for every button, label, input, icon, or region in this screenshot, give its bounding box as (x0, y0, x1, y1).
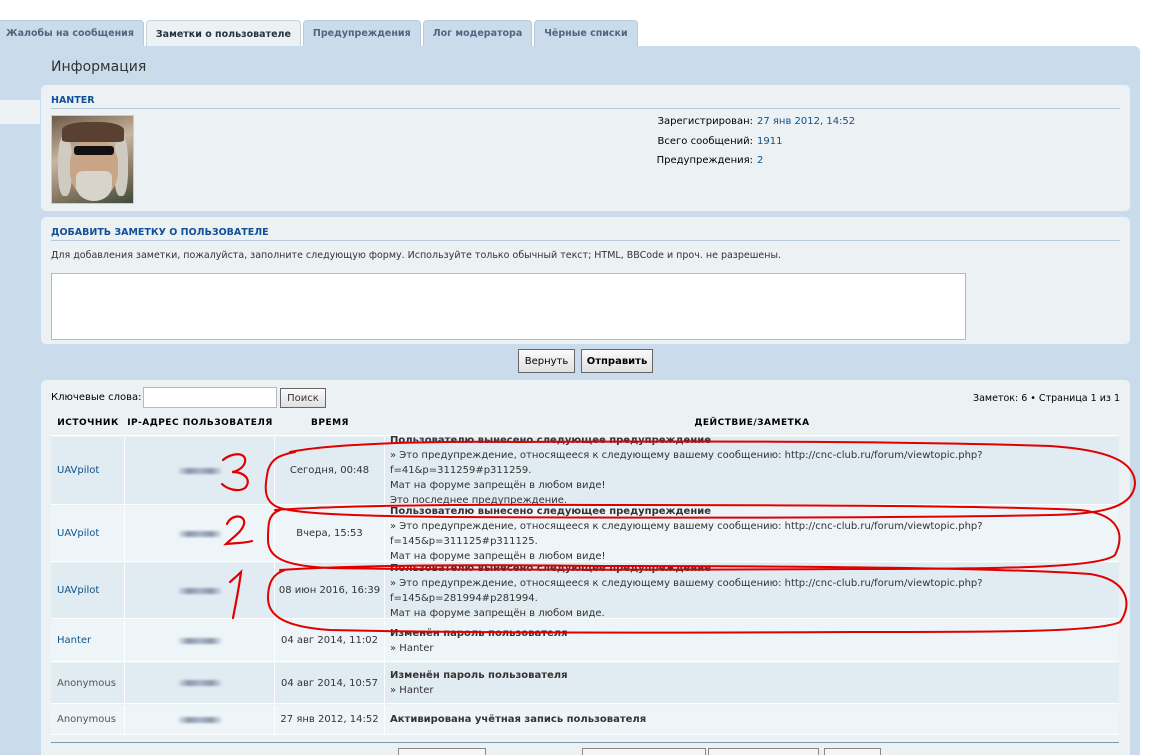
row-action: Пользователю вынесено следующее предупре… (385, 435, 1119, 506)
bottom-button[interactable] (824, 748, 881, 755)
add-note-panel: ДОБАВИТЬ ЗАМЕТКУ О ПОЛЬЗОВАТЕЛЕ Для доба… (41, 217, 1130, 344)
registered-label: Зарегистрирован: (657, 116, 753, 127)
action-line: » Это предупреждение, относящееся к след… (390, 450, 983, 476)
row-action: Пользователю вынесено следующее предупре… (385, 562, 1119, 619)
keywords-label: Ключевые слова: (51, 392, 142, 403)
notes-count-pagination: Заметок: 6 • Страница 1 из 1 (973, 393, 1120, 404)
posts-row: Всего сообщений: 1911 (641, 136, 783, 147)
row-source-link[interactable]: UAVpilot (51, 563, 125, 618)
bottom-select[interactable] (398, 748, 486, 755)
row-action: Активирована учётная запись пользователя (385, 705, 1119, 734)
add-note-description: Для добавления заметки, пожалуйста, запо… (51, 250, 781, 261)
row-ip (125, 620, 275, 661)
note-textarea[interactable] (51, 273, 966, 340)
action-line: Мат на форуме запрещён в любом виде. (390, 607, 605, 619)
action-title: Пользователю вынесено следующее предупре… (390, 435, 712, 446)
table-row: Anonymous 04 авг 2014, 10:57 Изменён пар… (51, 663, 1119, 704)
bottom-divider (51, 742, 1119, 743)
row-ip (125, 437, 275, 504)
row-source-link[interactable]: UAVpilot (51, 437, 125, 504)
header-ip[interactable]: IP-АДРЕС ПОЛЬЗОВАТЕЛЯ (125, 410, 275, 435)
action-title: Пользователю вынесено следующее предупре… (390, 562, 712, 574)
action-title: Активирована учётная запись пользователя (390, 714, 647, 725)
row-source: Anonymous (51, 705, 125, 734)
tab-bar: Жалобы на сообщения Заметки о пользовате… (0, 20, 640, 47)
page-title: Информация (51, 59, 147, 75)
row-time: 04 авг 2014, 11:02 (275, 620, 385, 661)
blurred-ip (176, 680, 223, 686)
warnings-value[interactable]: 2 (757, 155, 763, 166)
reset-button[interactable]: Вернуть (518, 349, 575, 373)
registered-value: 27 янв 2012, 14:52 (757, 116, 856, 127)
table-row: Anonymous 27 янв 2012, 14:52 Активирован… (51, 705, 1119, 735)
bottom-select[interactable] (708, 748, 819, 755)
username-heading: HANTER (51, 95, 1120, 109)
row-source-link[interactable]: UAVpilot (51, 506, 125, 561)
user-info-panel: HANTER Зарегистрирован: 27 янв 2012, 14:5… (41, 85, 1130, 211)
row-action: Изменён пароль пользователя » Hanter (385, 620, 1119, 661)
table-row: UAVpilot Сегодня, 00:48 Пользователю вын… (51, 435, 1119, 506)
warnings-row: Предупреждения: 2 (641, 155, 764, 166)
tab-mod-log[interactable]: Лог модератора (422, 20, 533, 46)
row-time: 08 июн 2016, 16:39 (275, 563, 385, 618)
table-row: Hanter 04 авг 2014, 11:02 Изменён пароль… (51, 620, 1119, 662)
action-line: » Hanter (390, 642, 434, 654)
search-button[interactable]: Поиск (280, 388, 326, 408)
header-source[interactable]: ИСТОЧНИК (51, 410, 125, 435)
action-title: Изменён пароль пользователя (390, 627, 568, 639)
posts-label: Всего сообщений: (657, 136, 753, 147)
action-line: » Hanter (390, 685, 434, 696)
blurred-ip (176, 637, 223, 644)
blurred-ip (176, 467, 223, 474)
submit-button[interactable]: Отправить (581, 349, 653, 373)
row-ip (125, 663, 275, 703)
warnings-label: Предупреждения: (656, 155, 753, 166)
row-time: Вчера, 15:53 (275, 506, 385, 561)
row-time: 04 авг 2014, 10:57 (275, 663, 385, 703)
table-row: UAVpilot Вчера, 15:53 Пользователю вынес… (51, 506, 1119, 562)
tab-user-notes[interactable]: Заметки о пользователе (145, 20, 301, 47)
header-time[interactable]: ВРЕМЯ (275, 410, 385, 435)
header-action[interactable]: ДЕЙСТВИЕ/ЗАМЕТКА (385, 410, 1119, 435)
tab-warnings[interactable]: Предупреждения (302, 20, 421, 46)
bottom-select[interactable] (582, 748, 706, 755)
avatar (51, 115, 134, 204)
blurred-ip (176, 716, 223, 723)
row-ip (125, 506, 275, 561)
row-ip (125, 705, 275, 734)
tab-reports[interactable]: Жалобы на сообщения (0, 20, 144, 46)
action-line: Мат на форуме запрещён в любом виде! (390, 480, 606, 491)
side-menu-item[interactable] (0, 100, 40, 124)
registered-row: Зарегистрирован: 27 янв 2012, 14:52 (641, 116, 856, 127)
row-ip (125, 563, 275, 618)
add-note-heading: ДОБАВИТЬ ЗАМЕТКУ О ПОЛЬЗОВАТЕЛЕ (51, 227, 1120, 241)
action-line: » Это предупреждение, относящееся к след… (390, 520, 983, 547)
tab-blacklists[interactable]: Чёрные списки (534, 20, 638, 46)
keywords-input[interactable] (143, 387, 277, 408)
row-time: Сегодня, 00:48 (275, 437, 385, 504)
main-content: Информация HANTER Зарегистрирован: 27 янв… (0, 46, 1140, 755)
row-action: Пользователю вынесено следующее предупре… (385, 505, 1119, 562)
action-title: Изменён пароль пользователя (390, 670, 568, 681)
blurred-ip (176, 587, 223, 594)
posts-value[interactable]: 1911 (757, 136, 782, 147)
row-time: 27 янв 2012, 14:52 (275, 705, 385, 734)
action-title: Пользователю вынесено следующее предупре… (390, 505, 712, 517)
row-source: Anonymous (51, 663, 125, 703)
table-row: UAVpilot 08 июн 2016, 16:39 Пользователю… (51, 563, 1119, 619)
row-action: Изменён пароль пользователя » Hanter (385, 663, 1119, 703)
notes-panel: Ключевые слова: Поиск Заметок: 6 • Стран… (41, 380, 1130, 755)
blurred-ip (176, 530, 223, 537)
action-line: » Это предупреждение, относящееся к след… (390, 577, 983, 604)
row-source-link[interactable]: Hanter (51, 620, 125, 661)
